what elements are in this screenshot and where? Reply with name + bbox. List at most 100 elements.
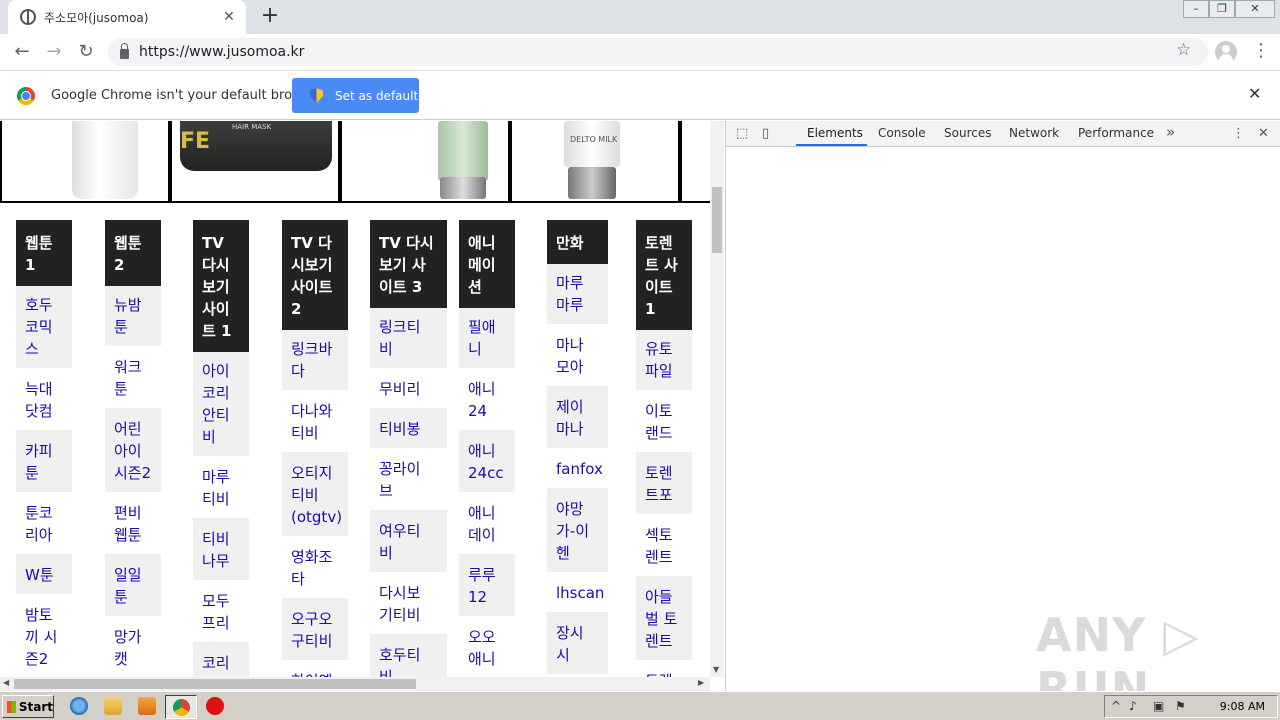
site-link[interactable]: 카피 툰	[16, 432, 72, 494]
folder-icon[interactable]	[104, 697, 122, 715]
profile-avatar-icon[interactable]	[1215, 41, 1237, 63]
infobar-close-icon[interactable]: ✕	[1248, 84, 1261, 103]
link-column-2: 웹툰 2 뉴밤 툰 워크 툰 어린 아이 시즌2 편비 웹툰 일일 툰 망가 캣	[105, 220, 161, 680]
horizontal-scroll-thumb[interactable]	[14, 679, 416, 689]
bookmark-star-icon[interactable]: ☆	[1176, 40, 1191, 60]
banner-image-3[interactable]	[340, 121, 510, 203]
set-as-default-button[interactable]: Set as default	[292, 78, 419, 113]
site-link[interactable]: 제이 마나	[547, 388, 608, 450]
new-tab-button[interactable]: +	[256, 4, 284, 30]
site-link[interactable]: 오티지 티비 (otgtv)	[282, 454, 348, 538]
minimize-button[interactable]: –	[1183, 0, 1209, 18]
inspect-element-icon[interactable]: ⬚	[736, 126, 748, 141]
scroll-right-arrow-icon[interactable]: ▶	[698, 678, 704, 687]
devtools-menu-icon[interactable]: ⋮	[1232, 126, 1245, 141]
site-link[interactable]: 필애 니	[459, 308, 515, 370]
site-link[interactable]: 아들 벌 토 렌트	[636, 578, 692, 662]
banner-image-4[interactable]: DELTO MILK	[510, 121, 680, 203]
restore-button[interactable]: ❐	[1209, 0, 1235, 18]
link-column-1: 웹툰 1 호두 코믹 스 늑대 닷컴 카피 툰 툰코 리아 W툰 밤토 끼 시 즌2	[16, 220, 72, 680]
forward-button[interactable]: →	[42, 40, 66, 64]
reload-button[interactable]: ↻	[74, 40, 98, 64]
site-link[interactable]: W툰	[16, 556, 72, 596]
start-button[interactable]: Start	[2, 695, 54, 718]
tab-close-icon[interactable]: ✕	[220, 9, 238, 25]
site-link[interactable]: 링크티 비	[370, 308, 447, 370]
volume-icon[interactable]: ♪	[1129, 699, 1137, 713]
site-link[interactable]: 영화조 타	[282, 538, 348, 600]
column-header: TV 다시 보기 사이 트 1	[193, 220, 249, 352]
horizontal-scrollbar[interactable]: ◀ ▶	[0, 677, 710, 691]
chrome-taskbar-button[interactable]	[165, 695, 197, 719]
site-link[interactable]: 일일 툰	[105, 556, 161, 618]
vertical-scroll-thumb[interactable]	[712, 187, 722, 253]
site-link[interactable]: 다시보 기티비	[370, 574, 447, 636]
site-link[interactable]: 오구오 구티비	[282, 600, 348, 662]
site-link[interactable]: lhscan	[547, 574, 608, 614]
site-link[interactable]: 야망 가-이 헨	[547, 490, 608, 574]
internet-explorer-icon[interactable]	[70, 697, 88, 715]
tab-console[interactable]: Console	[878, 126, 926, 140]
network-icon[interactable]: ▣	[1153, 699, 1164, 713]
scroll-down-arrow-icon[interactable]: ▼	[713, 665, 719, 674]
infobar-message: Google Chrome isn't your default browser	[51, 88, 323, 103]
device-toolbar-icon[interactable]: ▯	[762, 126, 769, 141]
site-link[interactable]: 툰코 리아	[16, 494, 72, 556]
active-tab-indicator	[796, 144, 867, 146]
site-link[interactable]: 늑대 닷컴	[16, 370, 72, 432]
site-link[interactable]: 꽁라이 브	[370, 450, 447, 512]
chrome-menu-icon[interactable]: ⋮	[1252, 40, 1270, 61]
site-link[interactable]: 밤토 끼 시 즌2	[16, 596, 72, 680]
site-link[interactable]: 애니 24cc	[459, 432, 515, 494]
media-player-icon[interactable]	[138, 697, 156, 715]
site-link[interactable]: 다나와 티비	[282, 392, 348, 454]
tray-expand-icon[interactable]: ^	[1111, 699, 1121, 713]
banner-image-1[interactable]	[0, 121, 170, 203]
site-link[interactable]: 섹토 렌트	[636, 516, 692, 578]
more-tabs-icon[interactable]: »	[1166, 123, 1175, 141]
site-link[interactable]: 편비 웹툰	[105, 494, 161, 556]
site-link[interactable]: 모두 프리	[193, 582, 249, 644]
banner-image-2[interactable]: HAIR MASK FE	[170, 121, 340, 203]
site-link[interactable]: 유토 파일	[636, 330, 692, 392]
site-link[interactable]: 여우티 비	[370, 512, 447, 574]
tab-sources[interactable]: Sources	[944, 126, 991, 140]
site-link[interactable]: 오오 애니	[459, 618, 515, 680]
tab-elements[interactable]: Elements	[807, 126, 863, 140]
site-link[interactable]: 애니 24	[459, 370, 515, 432]
site-link[interactable]: 마루 마루	[547, 264, 608, 326]
site-link[interactable]: 티비봉	[370, 410, 447, 450]
site-link[interactable]: 워크 툰	[105, 348, 161, 410]
site-link[interactable]: 뉴밤 툰	[105, 286, 161, 348]
site-link[interactable]: 장시 시	[547, 614, 608, 676]
tab-performance[interactable]: Performance	[1078, 126, 1154, 140]
site-link[interactable]: fanfox	[547, 450, 608, 490]
site-link[interactable]: 마나 모아	[547, 326, 608, 388]
site-link[interactable]: 어린 아이 시즌2	[105, 410, 161, 494]
browser-tab[interactable]: 주소모아(jusomoa) ✕	[8, 0, 246, 34]
flag-icon[interactable]: ⚑	[1175, 699, 1186, 713]
alert-app-icon[interactable]	[206, 697, 224, 715]
site-link[interactable]: 망가 캣	[105, 618, 161, 680]
devtools-close-icon[interactable]: ✕	[1258, 126, 1269, 141]
site-link[interactable]: 애니 데이	[459, 494, 515, 556]
site-link[interactable]: 호두 코믹 스	[16, 286, 72, 370]
back-button[interactable]: ←	[10, 40, 34, 64]
site-link[interactable]: 무비리	[370, 370, 447, 410]
site-link[interactable]: 마루 티비	[193, 458, 249, 520]
close-window-button[interactable]: ✕	[1235, 0, 1275, 18]
link-column-3: TV 다시 보기 사이 트 1 아이 코리 안티 비 마루 티비 티비 나무 모두 프리…	[193, 220, 249, 684]
set-as-default-label: Set as default	[335, 88, 419, 103]
vertical-scrollbar[interactable]: ▼	[710, 121, 724, 677]
site-link[interactable]: 티비 나무	[193, 520, 249, 582]
site-link[interactable]: 아이 코리 안티 비	[193, 352, 249, 458]
site-link[interactable]: 링크바 다	[282, 330, 348, 392]
tab-network[interactable]: Network	[1009, 126, 1059, 140]
site-link[interactable]: 루루 12	[459, 556, 515, 618]
scroll-left-arrow-icon[interactable]: ◀	[3, 678, 9, 687]
site-link[interactable]: 이토 랜드	[636, 392, 692, 454]
site-link[interactable]: 토렌 트포	[636, 454, 692, 516]
column-header: TV 다시 보기 사 이트 3	[370, 220, 447, 308]
address-bar[interactable]: https://www.jusomoa.kr	[108, 38, 1208, 66]
column-header: TV 다 시보기 사이트 2	[282, 220, 348, 330]
